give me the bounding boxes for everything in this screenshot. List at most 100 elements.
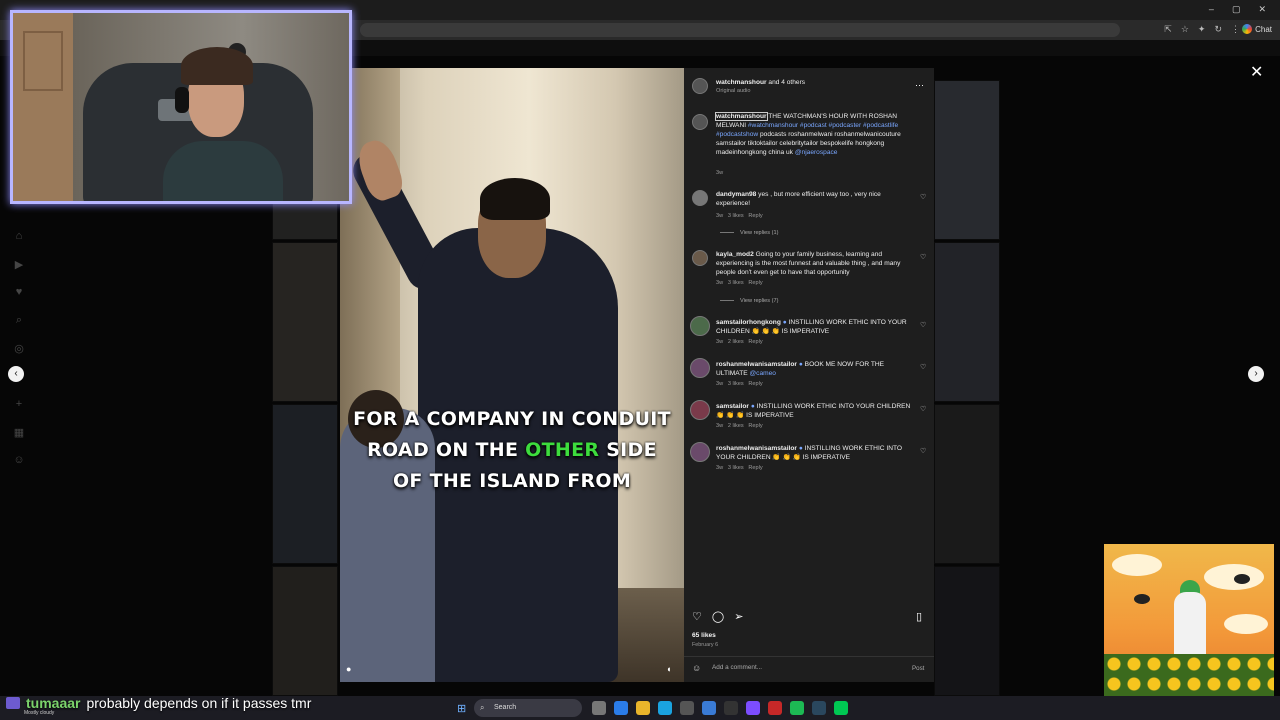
steam-icon[interactable] [812, 701, 826, 715]
reply-button[interactable]: Reply [748, 213, 762, 219]
comment-like-icon[interactable]: ♡ [920, 321, 926, 329]
view-replies-button[interactable]: View replies (7) [720, 298, 778, 304]
view-replies-button[interactable]: View replies (1) [720, 230, 778, 236]
chevron-left-icon[interactable]: ‹ [8, 366, 24, 382]
post-caption: watchmanshour THE WATCHMAN'S HOUR WITH R… [715, 112, 916, 157]
spotify-icon[interactable] [790, 701, 804, 715]
avatar[interactable] [690, 358, 710, 378]
emoji-icon[interactable]: ☺ [692, 663, 701, 673]
reply-button[interactable]: Reply [748, 339, 762, 345]
verified-icon: ● [750, 403, 755, 410]
browser-chat-button[interactable]: Chat [1242, 24, 1272, 34]
avatar[interactable] [692, 78, 708, 94]
store-icon[interactable] [680, 701, 694, 715]
weather-widget[interactable]: Mostly cloudy [24, 710, 54, 716]
comment-input[interactable]: Add a comment... [712, 664, 762, 671]
comment-like-icon[interactable]: ♡ [920, 447, 926, 455]
close-icon[interactable]: ✕ [1250, 62, 1263, 82]
app-icon[interactable] [768, 701, 782, 715]
windows-start-icon[interactable]: ⊞ [457, 702, 466, 715]
app-icon[interactable] [724, 701, 738, 715]
reply-button[interactable]: Reply [748, 423, 762, 429]
caption-highlight: OTHER [525, 439, 600, 461]
task-view-icon[interactable] [592, 701, 606, 715]
video-person-hair [480, 178, 550, 220]
taskbar-apps [592, 701, 848, 715]
star-icon[interactable]: ☆ [1181, 24, 1189, 35]
close-window-button[interactable]: ✕ [1258, 4, 1266, 15]
heart-icon[interactable]: ♡ [692, 610, 702, 623]
browser-app-icon[interactable] [658, 701, 672, 715]
verified-icon: ● [798, 361, 803, 368]
chat-label: Chat [1255, 24, 1272, 34]
bookmark-icon[interactable]: ▯ [916, 610, 922, 623]
avatar[interactable] [690, 442, 710, 462]
reply-button[interactable]: Reply [748, 465, 762, 471]
comment-time: 3w [716, 381, 724, 387]
extensions-icon[interactable]: ✦ [1198, 24, 1206, 35]
reply-button[interactable]: Reply [748, 280, 762, 286]
comment-time: 3w [716, 339, 724, 345]
like-count[interactable]: 65 likes [692, 632, 716, 639]
chat-username: tumaaar [26, 695, 81, 711]
album-cloud [1204, 564, 1264, 590]
coauthors[interactable]: and 4 others [768, 79, 805, 86]
app-icon[interactable] [834, 701, 848, 715]
comment-likes[interactable]: 3 likes [728, 280, 744, 286]
edge-icon[interactable] [614, 701, 628, 715]
audio-label[interactable]: Original audio [716, 88, 751, 94]
comment-likes[interactable]: 3 likes [728, 465, 744, 471]
caption-time: 3w [716, 170, 724, 176]
avatar[interactable] [692, 190, 708, 206]
comment-username[interactable]: samstailorhongkong [716, 319, 781, 326]
chevron-right-icon[interactable]: › [1248, 366, 1264, 382]
comment: kayla_mod2 Going to your family business… [716, 250, 914, 277]
mute-icon[interactable]: ◖ [666, 664, 671, 674]
tagged-user-icon[interactable]: ● [346, 664, 351, 674]
avatar[interactable] [690, 316, 710, 336]
comment-like-icon[interactable]: ♡ [920, 253, 926, 261]
comment-username[interactable]: roshanmelwanisamstailor [716, 361, 797, 368]
verified-icon: ● [798, 445, 803, 452]
author-username[interactable]: watchmanshour [716, 79, 767, 86]
comment-username[interactable]: samstailor [716, 403, 749, 410]
comment-icon[interactable]: ◯ [712, 610, 724, 623]
share-page-icon[interactable]: ⇱ [1164, 24, 1172, 35]
album-cloud [1112, 554, 1162, 576]
comment-time: 3w [716, 280, 724, 286]
divider [684, 656, 934, 657]
avatar[interactable] [692, 250, 708, 266]
address-bar[interactable] [360, 23, 1120, 37]
reel-video[interactable]: FOR A COMPANY IN CONDUIT ROAD ON THE OTH… [340, 68, 684, 682]
share-icon[interactable]: ➢ [734, 610, 743, 623]
more-icon[interactable]: ⋯ [915, 80, 924, 91]
comment: dandyman98 yes , but more efficient way … [716, 190, 906, 208]
comment-like-icon[interactable]: ♡ [920, 405, 926, 413]
avatar[interactable] [692, 114, 708, 130]
menu-icon[interactable]: ⋮ [1231, 24, 1240, 35]
caption-username[interactable]: watchmanshour [715, 112, 768, 121]
taskbar-search[interactable]: ⌕ Search [474, 699, 582, 717]
app-icon[interactable] [702, 701, 716, 715]
comment-like-icon[interactable]: ♡ [920, 193, 926, 201]
comment-likes[interactable]: 3 likes [728, 213, 744, 219]
caption-mention[interactable]: @njaerospace [795, 149, 838, 156]
reload-icon[interactable]: ↻ [1214, 24, 1222, 35]
discord-icon[interactable] [746, 701, 760, 715]
avatar[interactable] [690, 400, 710, 420]
taskbar-search-label: Search [494, 704, 517, 711]
comment-likes[interactable]: 2 likes [728, 423, 744, 429]
comment-likes[interactable]: 2 likes [728, 339, 744, 345]
maximize-button[interactable]: ▢ [1232, 4, 1241, 15]
minimize-button[interactable]: – [1209, 4, 1214, 15]
file-explorer-icon[interactable] [636, 701, 650, 715]
comment-username[interactable]: kayla_mod2 [716, 251, 754, 258]
post-comment-button[interactable]: Post [912, 665, 924, 672]
comment-username[interactable]: roshanmelwanisamstailor [716, 445, 797, 452]
album-art [1104, 544, 1274, 696]
comment-like-icon[interactable]: ♡ [920, 363, 926, 371]
comment-mention[interactable]: @cameo [749, 370, 776, 377]
comment-likes[interactable]: 3 likes [728, 381, 744, 387]
comment-username[interactable]: dandyman98 [716, 191, 756, 198]
reply-button[interactable]: Reply [748, 381, 762, 387]
